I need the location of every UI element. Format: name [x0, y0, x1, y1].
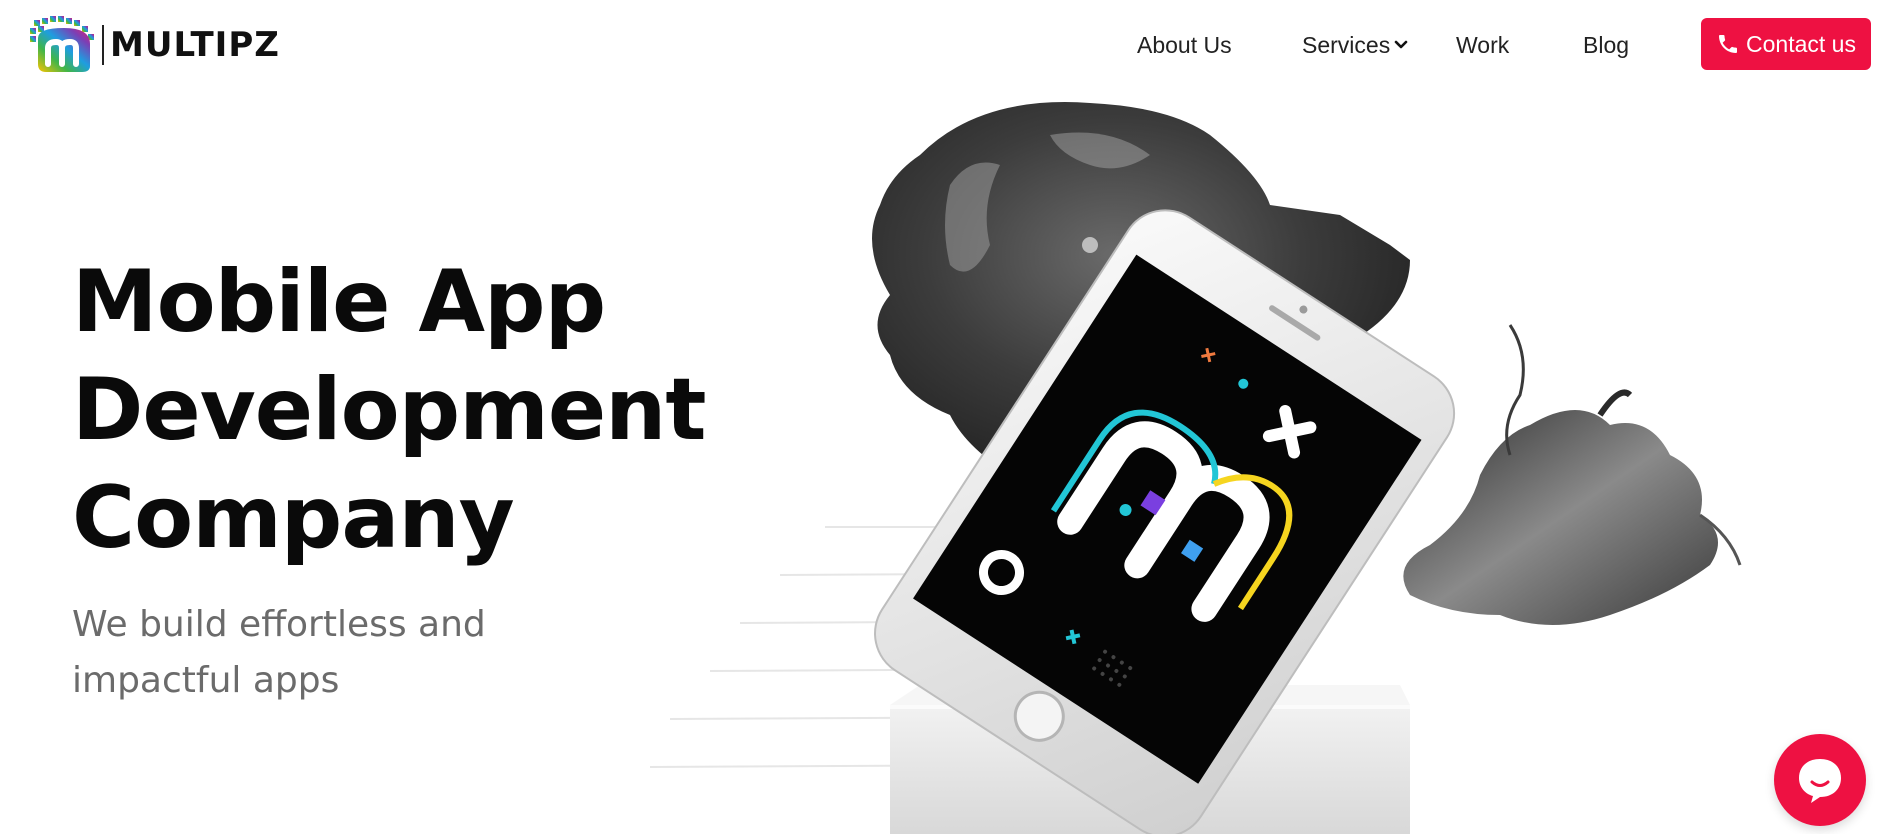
- chat-button[interactable]: [1774, 734, 1866, 826]
- contact-us-button[interactable]: Contact us: [1701, 18, 1871, 70]
- hero-subtitle-line: We build effortless and: [72, 604, 486, 645]
- multipz-m-logo-icon: [30, 16, 94, 72]
- chevron-down-icon: [1394, 40, 1408, 49]
- phone-icon: [1719, 35, 1738, 53]
- hero-illustration: [650, 102, 1742, 834]
- nav-about-us[interactable]: About Us: [1137, 28, 1232, 62]
- nav-blog[interactable]: Blog: [1583, 28, 1629, 62]
- brand-logo[interactable]: MULTIPZ: [28, 14, 280, 76]
- logo-divider: [102, 25, 104, 65]
- site-header: MULTIPZ About Us Services Work Blog Cont…: [0, 0, 1891, 90]
- nav-services[interactable]: Services: [1302, 28, 1408, 62]
- nav-services-label: Services: [1302, 32, 1391, 58]
- nav-work[interactable]: Work: [1456, 28, 1509, 62]
- chat-bubble-icon: [1799, 759, 1841, 803]
- hero-subtitle: We build effortless and impactful apps: [72, 597, 632, 709]
- hero-subtitle-line: impactful apps: [72, 660, 340, 701]
- contact-us-label: Contact us: [1746, 30, 1856, 57]
- brand-name: MULTIPZ: [110, 25, 280, 65]
